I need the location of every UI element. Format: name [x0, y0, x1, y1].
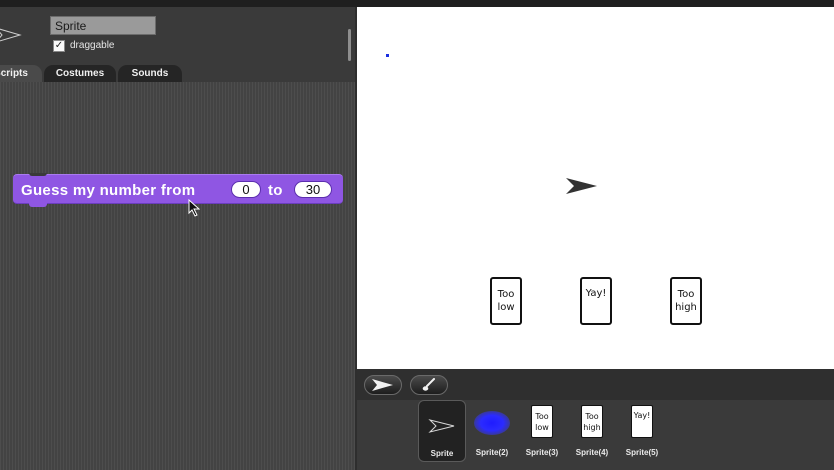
- block-from-input[interactable]: 0: [231, 181, 261, 198]
- tab-costumes[interactable]: Costumes: [44, 65, 116, 82]
- corral-sprite-2[interactable]: Sprite(2): [468, 400, 516, 462]
- corral-sprite-label: Sprite: [430, 449, 454, 458]
- editor-tabs: Sounds Costumes Scripts: [0, 65, 355, 82]
- corral-sprite-5[interactable]: Yay! Sprite(5): [618, 400, 666, 462]
- stage-pen-dot: [386, 54, 389, 57]
- sprite-corral: Sprite Sprite(2) Too low Sprite(3) Too h…: [357, 400, 834, 470]
- block-notch: [29, 173, 47, 176]
- block-label-guess: Guess my number from: [21, 182, 196, 199]
- stage-toolbar: [357, 369, 834, 400]
- draggable-label: draggable: [70, 40, 115, 51]
- turtle-arrow-icon: [372, 379, 393, 391]
- card-thumbnail: Too low: [531, 405, 553, 438]
- new-turtle-sprite-button[interactable]: [364, 375, 402, 395]
- card-thumbnail: Yay!: [631, 405, 653, 438]
- card-too-low[interactable]: Too low: [490, 277, 522, 325]
- corral-sprite[interactable]: Sprite: [418, 400, 466, 462]
- paint-new-sprite-button[interactable]: [410, 375, 448, 395]
- sprite-arrow-icon: [428, 419, 455, 433]
- tab-sounds[interactable]: Sounds: [118, 65, 182, 82]
- card-thumbnail: Too high: [581, 405, 603, 438]
- mouse-pointer-icon: [188, 199, 200, 217]
- draggable-checkbox[interactable]: ✓: [53, 40, 65, 52]
- tab-scripts[interactable]: Scripts: [0, 65, 42, 82]
- sprite-editor-pane: Sprite ✓ draggable Sounds Costumes Scrip…: [0, 7, 355, 470]
- corral-sprite-label: Sprite(4): [575, 448, 609, 457]
- corral-sprite-label: Sprite(2): [475, 448, 509, 457]
- blue-blob-thumbnail: [474, 405, 510, 435]
- top-menu-bar: [0, 0, 834, 7]
- corral-sprite-4[interactable]: Too high Sprite(4): [568, 400, 616, 462]
- sprite-arrow-icon: [0, 28, 22, 42]
- corral-sprite-3[interactable]: Too low Sprite(3): [518, 400, 566, 462]
- scripts-area[interactable]: [0, 82, 355, 470]
- paintbrush-icon: [422, 378, 435, 391]
- stage[interactable]: Too low Yay! Too high: [357, 7, 834, 369]
- corral-sprite-label: Sprite(3): [525, 448, 559, 457]
- block-label-to: to: [268, 182, 283, 199]
- card-yay[interactable]: Yay!: [580, 277, 612, 325]
- pane-resize-handle[interactable]: [348, 29, 351, 61]
- sprite-name-input[interactable]: Sprite: [50, 16, 156, 35]
- sprite-header: Sprite ✓ draggable: [0, 7, 355, 65]
- card-too-high[interactable]: Too high: [670, 277, 702, 325]
- corral-sprite-label: Sprite(5): [625, 448, 659, 457]
- guess-my-number-block[interactable]: Guess my number from 0 to 30: [13, 173, 343, 207]
- sprite-arrow-icon[interactable]: [566, 177, 598, 195]
- block-to-input[interactable]: 30: [294, 181, 332, 198]
